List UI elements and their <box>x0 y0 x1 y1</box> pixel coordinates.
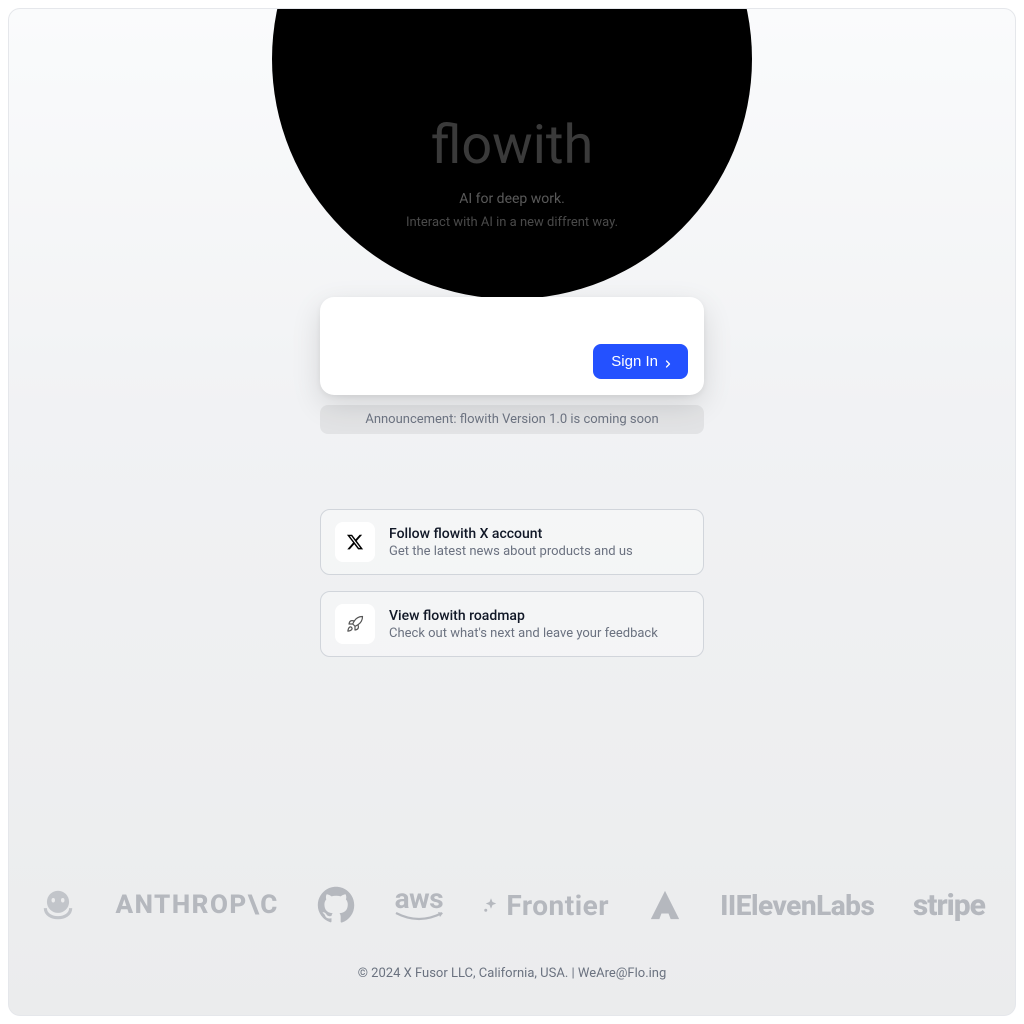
card-roadmap[interactable]: View flowith roadmap Check out what's ne… <box>320 591 704 657</box>
card-title: View flowith roadmap <box>389 608 689 624</box>
hero-subtitle-1: AI for deep work. <box>272 191 752 207</box>
chevron-right-icon <box>662 357 674 369</box>
announcement-banner: Announcement: flowith Version 1.0 is com… <box>320 405 704 434</box>
announcement-text: Announcement: flowith Version 1.0 is com… <box>365 412 658 427</box>
hero-subtitle-2: Interact with AI in a new diffrent way. <box>272 215 752 230</box>
sign-in-button[interactable]: Sign In <box>593 344 688 379</box>
x-icon <box>335 522 375 562</box>
mascot-icon <box>39 886 77 924</box>
card-follow-x[interactable]: Follow flowith X account Get the latest … <box>320 509 704 575</box>
hero-title: flowith <box>272 119 752 173</box>
card-subtitle: Check out what's next and leave your fee… <box>389 626 689 641</box>
frontier-logo: Frontier <box>482 889 609 922</box>
a-block-icon <box>648 888 682 922</box>
stripe-logo: stripe <box>913 888 985 923</box>
hero-circle: flowith AI for deep work. Interact with … <box>272 8 752 299</box>
info-cards: Follow flowith X account Get the latest … <box>320 509 704 657</box>
elevenlabs-logo: IIElevenLabs <box>720 889 874 922</box>
app-frame: flowith AI for deep work. Interact with … <box>8 8 1016 1016</box>
github-icon <box>317 886 355 924</box>
footer: © 2024 X Fusor LLC, California, USA. | W… <box>9 966 1015 981</box>
sign-in-label: Sign In <box>611 353 658 370</box>
footer-text: © 2024 X Fusor LLC, California, USA. | W… <box>358 966 667 981</box>
card-title: Follow flowith X account <box>389 526 689 542</box>
card-subtitle: Get the latest news about products and u… <box>389 544 689 559</box>
anthropic-logo: ANTHROP\C <box>116 890 279 920</box>
rocket-icon <box>335 604 375 644</box>
sign-in-card: Sign In <box>320 297 704 395</box>
aws-logo: aws <box>394 886 444 925</box>
partner-logos: ANTHROP\C aws Frontier IIElevenLabs stri… <box>9 886 1015 925</box>
